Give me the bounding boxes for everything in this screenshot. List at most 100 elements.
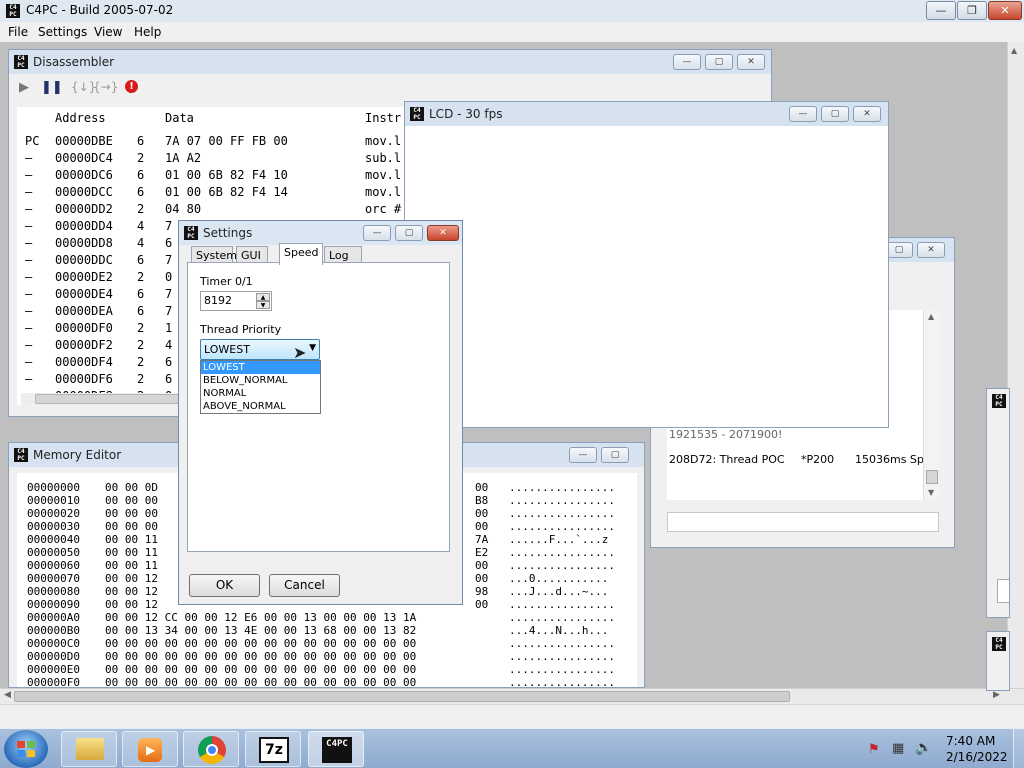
memory-row[interactable]: 000000C0 00 00 00 00 00 00 00 00 00 00 00… [27,637,627,650]
partial-window-2-icon: C4 PC [992,637,1006,651]
data-column-header[interactable]: Data [165,111,194,125]
lcd-close-button[interactable]: ✕ [853,106,881,122]
horizontal-scroll-thumb[interactable] [14,691,790,702]
network-icon[interactable]: ▦ [892,741,904,756]
timer-spinbox[interactable]: 8192 ▲ ▼ [200,291,272,311]
spin-up-icon[interactable]: ▲ [256,293,270,301]
tab-speed[interactable]: Speed [279,243,323,265]
settings-close-button[interactable]: ✕ [427,225,459,241]
ok-button[interactable]: OK [189,574,260,597]
show-desktop-button[interactable] [1013,729,1024,768]
row-bytes: 6 [165,236,173,250]
settings-titlebar[interactable]: C4 PC Settings — ▢ ✕ [179,221,462,245]
address-column-header[interactable]: Address [55,111,106,125]
clock-date[interactable]: 2/16/2022 [946,750,1008,764]
memory-address: 000000A0 [27,611,80,624]
volume-icon[interactable]: 🔈 [915,740,932,756]
log-line-1: 1921535 - 2071900! [669,428,783,441]
memory-row[interactable]: 000000D0 00 00 00 00 00 00 00 00 00 00 00… [27,650,627,663]
memory-ascii: ................ [509,494,615,507]
instruction-column-header[interactable]: Instr [365,111,401,125]
row-length: 2 [137,338,145,352]
row-address: 00000DCC [55,185,113,199]
settings-maximize-button[interactable]: ▢ [395,225,423,241]
memory-row[interactable]: 000000B0 00 00 13 34 00 00 13 4E 00 00 13… [27,624,627,637]
disassembler-maximize-button[interactable]: ▢ [705,54,733,70]
lcd-minimize-button[interactable]: — [789,106,817,122]
memory-bytes: 00 00 13 34 00 00 13 4E 00 00 13 68 00 0… [105,624,417,637]
row-bytes: 0 [165,270,173,284]
app-titlebar[interactable]: C4 PC C4PC - Build 2005-07-02 — ❐ ✕ [0,0,1024,22]
scroll-left-icon[interactable]: ◀ [4,690,11,700]
memory-byte-last: 7A [475,533,489,546]
log-close-button[interactable]: ✕ [917,242,945,258]
menu-help[interactable]: Help [134,25,161,39]
mdi-horizontal-scrollbar[interactable]: ◀ ▶ [0,688,1024,704]
log-input[interactable] [667,512,939,532]
taskbar-explorer[interactable] [61,731,117,767]
breakpoint-icon[interactable]: ! [125,80,138,93]
pause-icon[interactable]: ❚❚ [41,80,63,95]
disassembly-row[interactable]: – 00000DCC 6 01 00 6B 82 F4 14 mov.l [17,184,413,201]
menu-view[interactable]: View [94,25,122,39]
priority-option-below-normal[interactable]: BELOW_NORMAL [201,374,320,387]
memory-address: 000000D0 [27,650,80,663]
memory-maximize-button[interactable]: ▢ [601,447,629,463]
run-icon[interactable]: ▶ [19,80,29,95]
lcd-screen[interactable] [405,126,888,427]
taskbar-media-player[interactable]: ▶ [122,731,178,767]
memory-row[interactable]: 000000E0 00 00 00 00 00 00 00 00 00 00 00… [27,663,627,676]
chevron-down-icon[interactable]: ▼ [309,343,316,353]
menu-settings[interactable]: Settings [38,25,87,39]
row-bytes: 7A 07 00 FF FB 00 [165,134,288,148]
memory-address: 00000010 [27,494,80,507]
maximize-button[interactable]: ❐ [957,1,987,20]
memory-row[interactable]: 000000F0 00 00 00 00 00 00 00 00 00 00 00… [27,676,627,688]
disassembler-titlebar[interactable]: C4 PC Disassembler — ▢ ✕ [9,50,771,74]
row-bytes: 6 [165,355,173,369]
taskbar-7zip[interactable]: 7z [245,731,301,767]
taskbar-c4pc[interactable]: C4PC [308,731,364,767]
memory-byte-last: 00 [475,481,489,494]
log-scroll-down-icon[interactable]: ▼ [928,488,934,497]
memory-minimize-button[interactable]: — [569,447,597,463]
log-vscroll[interactable]: ▲ ▼ [923,310,939,500]
scroll-up-icon[interactable]: ▲ [1011,46,1017,55]
cancel-button[interactable]: Cancel [269,574,340,597]
memory-ascii: ................ [509,559,615,572]
partial-window-right-2: C4 PC [986,631,1010,691]
action-center-flag-icon[interactable]: ⚑ [868,742,880,757]
taskbar-chrome[interactable] [183,731,239,767]
disassembly-row[interactable]: – 00000DD2 2 04 80 orc # [17,201,413,218]
disassembly-row[interactable]: – 00000DC4 2 1A A2 sub.l [17,150,413,167]
lcd-maximize-button[interactable]: ▢ [821,106,849,122]
priority-option-lowest[interactable]: LOWEST [201,361,320,374]
memory-bytes: 00 00 00 00 00 00 00 00 00 00 00 00 00 0… [105,676,417,688]
lcd-titlebar[interactable]: C4 PC LCD - 30 fps — ▢ ✕ [405,102,888,126]
log-scroll-thumb[interactable] [926,470,938,484]
spin-down-icon[interactable]: ▼ [256,301,270,309]
close-button[interactable]: ✕ [988,1,1022,20]
log-scroll-up-icon[interactable]: ▲ [928,312,934,321]
log-maximize-button[interactable]: ▢ [885,242,913,258]
priority-option-above-normal[interactable]: ABOVE_NORMAL [201,400,320,413]
disassembler-close-button[interactable]: ✕ [737,54,765,70]
scroll-right-icon[interactable]: ▶ [993,690,1000,700]
row-address: 00000DF2 [55,338,113,352]
disassembler-minimize-button[interactable]: — [673,54,701,70]
disassembly-row[interactable]: – 00000DC6 6 01 00 6B 82 F4 10 mov.l [17,167,413,184]
memory-row[interactable]: 000000A0 00 00 12 CC 00 00 12 E6 00 00 13… [27,611,627,624]
step-over-icon[interactable]: {→} [93,80,118,94]
memory-ascii: ................ [509,637,615,650]
row-address: 00000DF6 [55,372,113,386]
row-address: 00000DD4 [55,219,113,233]
priority-option-normal[interactable]: NORMAL [201,387,320,400]
memory-bytes: 00 00 11 [105,533,158,546]
settings-minimize-button[interactable]: — [363,225,391,241]
disassembly-row[interactable]: PC 00000DBE 6 7A 07 00 FF FB 00 mov.l [17,133,413,150]
minimize-button[interactable]: — [926,1,956,20]
start-button[interactable] [4,730,48,768]
menu-file[interactable]: File [8,25,28,39]
clock-time[interactable]: 7:40 AM [946,734,995,748]
disassembler-title: Disassembler [33,55,115,69]
